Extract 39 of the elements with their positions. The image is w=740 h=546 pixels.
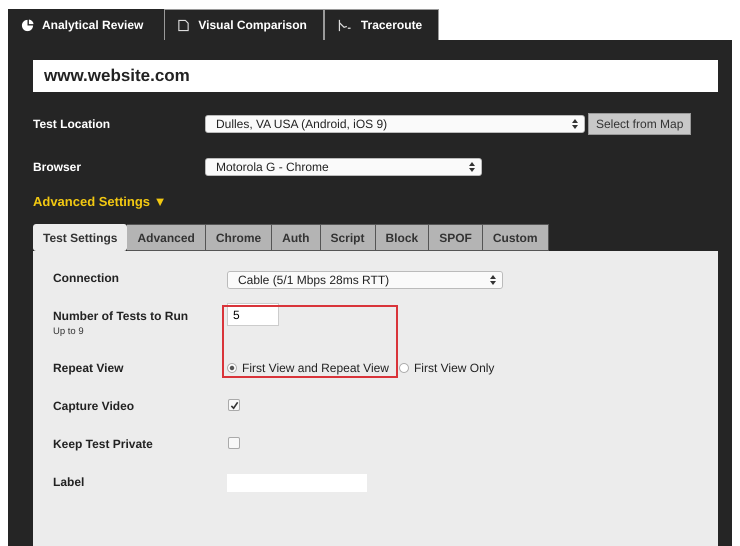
field-label: Label — [53, 475, 86, 489]
radio-button[interactable] — [227, 363, 237, 373]
connection-select[interactable]: Cable (5/1 Mbps 28ms RTT) — [227, 271, 503, 289]
advanced-settings-toggle[interactable]: Advanced Settings ▼ — [33, 194, 167, 209]
radio-button[interactable] — [398, 363, 409, 373]
field-hint: Up to 9 — [53, 326, 85, 337]
page-tab[interactable]: Traceroute — [324, 9, 440, 40]
field-label: Browser — [33, 160, 82, 174]
number-field[interactable]: 5 — [227, 303, 279, 326]
settings-tab[interactable]: Custom — [482, 224, 549, 251]
dropdown-arrows-icon — [572, 119, 578, 129]
field-label: Capture Video — [53, 399, 136, 413]
field-label: Test Location — [33, 117, 112, 131]
select-from-map-button[interactable]: Select from Map — [588, 113, 692, 135]
page-tab[interactable]: Visual Comparison — [164, 9, 324, 40]
browser-select[interactable]: Motorola G - Chrome — [205, 158, 482, 176]
pie-chart-icon — [21, 18, 34, 32]
settings-tab[interactable]: Auth — [272, 224, 320, 251]
radio-label: First View Only — [414, 361, 494, 375]
checkbox[interactable] — [228, 437, 240, 449]
dropdown-arrows-icon — [490, 275, 496, 285]
settings-tab[interactable]: SPOF — [429, 224, 483, 251]
settings-tab[interactable]: Advanced — [127, 224, 206, 251]
field-label: Connection — [53, 271, 120, 285]
url-field[interactable]: www.website.com — [33, 60, 718, 92]
document-icon — [177, 18, 190, 32]
settings-tab[interactable]: Block — [376, 224, 430, 251]
field-label: Repeat View — [53, 361, 124, 375]
route-icon — [336, 18, 353, 32]
field-label: Number of Tests to Run — [53, 309, 190, 323]
page-tab[interactable]: Analytical Review — [8, 9, 164, 40]
settings-tab[interactable]: Test Settings — [33, 224, 128, 251]
radio-label: First View and Repeat View — [242, 361, 389, 375]
field-label: Keep Test Private — [53, 437, 154, 451]
settings-tab[interactable]: Chrome — [206, 224, 272, 251]
checkbox[interactable] — [228, 399, 240, 411]
location-select[interactable]: Dulles, VA USA (Android, iOS 9) — [205, 115, 585, 133]
dropdown-arrows-icon — [469, 162, 475, 172]
settings-tab[interactable]: Script — [320, 224, 376, 251]
